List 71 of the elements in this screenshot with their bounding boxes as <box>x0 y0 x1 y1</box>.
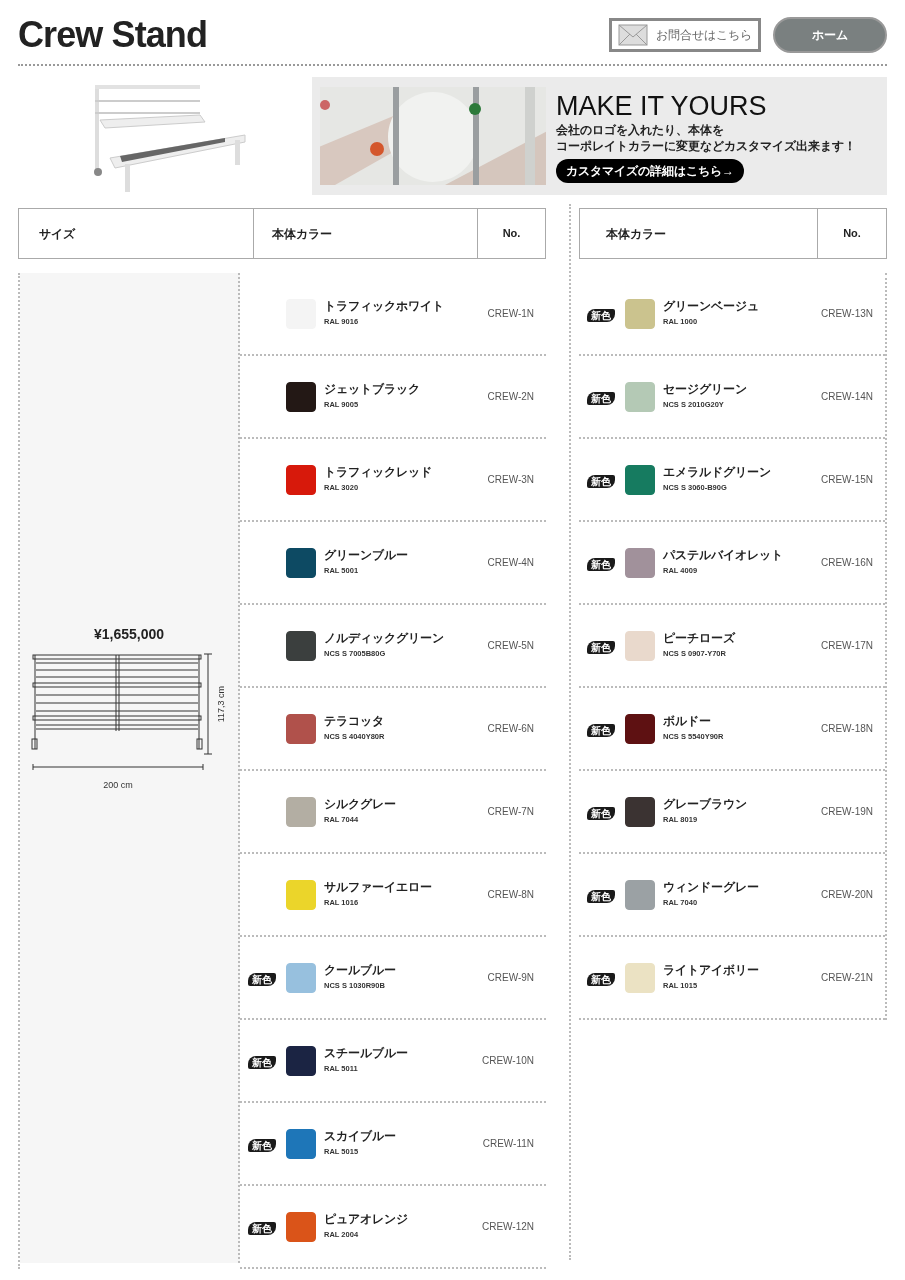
color-name: スカイブルー <box>324 1129 397 1144</box>
color-name: パステルバイオレット <box>663 548 784 563</box>
product-number: CREW-4N <box>487 556 534 570</box>
product-number: CREW-3N <box>487 473 534 487</box>
product-number: CREW-14N <box>820 390 873 404</box>
product-number: CREW-10N <box>481 1054 534 1068</box>
column-header: 本体カラー <box>580 209 818 258</box>
column-header: No. <box>501 226 522 242</box>
product-number: CREW-20N <box>820 888 873 902</box>
new-badge: 新色 <box>587 557 615 571</box>
price: ¥1,655,000 <box>93 624 165 644</box>
color-name: グリーンベージュ <box>663 299 760 314</box>
product-number: CREW-8N <box>487 888 534 902</box>
product-number: CREW-15N <box>820 473 873 487</box>
width-label: 200 cm <box>103 778 133 792</box>
new-badge: 新色 <box>587 391 615 405</box>
color-name: テラコッタ <box>324 714 385 729</box>
banner-text: コーポレイトカラーに変更などカスタマイズ出来ます！ <box>556 137 856 154</box>
product-number: CREW-17N <box>820 639 873 653</box>
mail-icon <box>618 24 648 46</box>
color-name: ボルドー <box>663 714 712 729</box>
product-number: CREW-2N <box>487 390 534 404</box>
new-badge: 新色 <box>587 640 615 654</box>
color-name: ピーチローズ <box>663 631 737 646</box>
product-number: CREW-16N <box>820 556 873 570</box>
new-badge: 新色 <box>248 972 276 986</box>
column-header: サイズ <box>19 209 254 258</box>
color-name: サルファーイエロー <box>324 880 433 895</box>
color-name: セージグリーン <box>663 382 748 397</box>
new-badge: 新色 <box>587 889 615 903</box>
new-badge: 新色 <box>587 723 615 737</box>
color-name: ノルディックグリーン <box>324 631 445 646</box>
column-header: No. <box>842 226 862 242</box>
color-name: グレーブラウン <box>663 797 748 812</box>
color-name: トラフィックホワイト <box>324 299 445 314</box>
product-number: CREW-12N <box>481 1220 534 1234</box>
color-name: トラフィックレッド <box>324 465 433 480</box>
column-header: 本体カラー <box>254 209 478 258</box>
product-number: CREW-11N <box>482 1137 534 1151</box>
product-number: CREW-5N <box>487 639 534 653</box>
color-name: スチールブルー <box>324 1046 409 1061</box>
color-name: クールブルー <box>324 963 397 978</box>
product-number: CREW-19N <box>820 805 873 819</box>
height-label: 117,3 cm <box>215 685 227 722</box>
color-name: ジェットブラック <box>324 382 421 397</box>
product-number: CREW-7N <box>487 805 534 819</box>
new-badge: 新色 <box>248 1138 276 1152</box>
color-name: シルクグレー <box>324 797 397 812</box>
color-name: ピュアオレンジ <box>324 1212 409 1227</box>
product-number: CREW-9N <box>487 971 534 985</box>
color-name: ウィンドーグレー <box>663 880 760 895</box>
product-number: CREW-6N <box>487 722 534 736</box>
product-number: CREW-13N <box>820 307 873 321</box>
banner-text: 会社のロゴを入れたり、本体を <box>556 121 725 138</box>
banner-heading: MAKE IT YOURS <box>556 89 768 122</box>
new-badge: 新色 <box>587 474 615 488</box>
product-number: CREW-1N <box>487 307 534 321</box>
page-title: Crew Stand <box>18 13 208 57</box>
new-badge: 新色 <box>587 806 615 820</box>
new-badge: 新色 <box>248 1221 276 1235</box>
new-badge: 新色 <box>248 1055 276 1069</box>
color-name: グリーンブルー <box>324 548 409 563</box>
product-number: CREW-18N <box>820 722 873 736</box>
contact-button[interactable]: お問合せはこちら <box>609 18 761 52</box>
product-number: CREW-21N <box>820 971 873 985</box>
color-name: エメラルドグリーン <box>663 465 772 480</box>
color-name: ライトアイボリー <box>663 963 760 978</box>
new-badge: 新色 <box>587 972 615 986</box>
customize-link-button[interactable]: カスタマイズの詳細はこちら→ <box>556 158 744 183</box>
new-badge: 新色 <box>587 308 615 322</box>
home-button[interactable]: ホーム <box>773 17 887 53</box>
